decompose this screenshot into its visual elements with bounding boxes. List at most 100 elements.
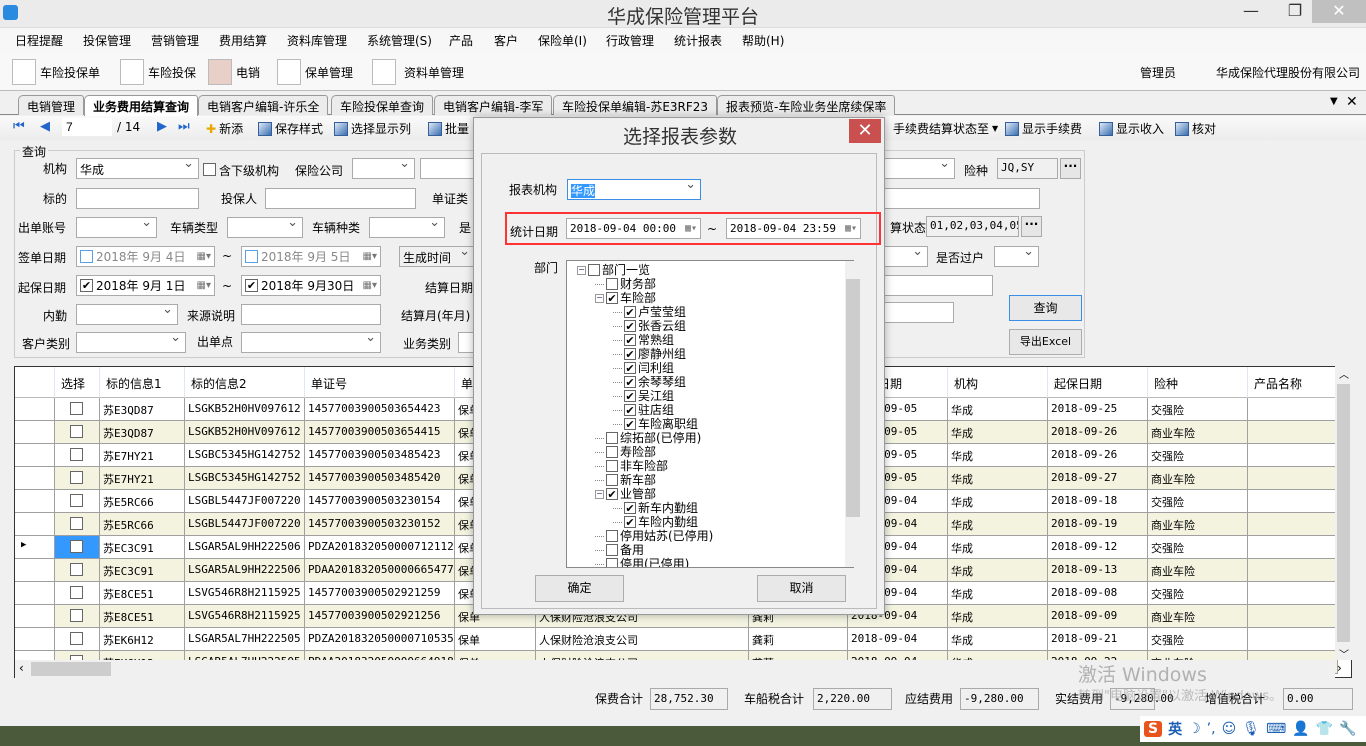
row-select-cell[interactable] <box>55 421 100 444</box>
row-checkbox[interactable] <box>70 448 83 461</box>
keyboard-icon[interactable]: ⌨ <box>1266 721 1286 737</box>
table-row[interactable]: 苏EK6H12 LSGAR5AL7HH222505 PDZA201832050000… <box>15 628 1338 651</box>
start-date-to[interactable]: ✔ 2018年 9月30日 ▦▾ <box>241 275 381 296</box>
menu-system[interactable]: 系统管理(S) <box>367 32 432 49</box>
user-icon[interactable]: 👤 <box>1292 721 1309 737</box>
account-select[interactable] <box>76 217 157 238</box>
row-checkbox[interactable] <box>70 425 83 438</box>
tab-telesales[interactable]: 电销管理 <box>18 95 85 115</box>
row-checkbox[interactable] <box>70 586 83 599</box>
column-header-subject-info-2[interactable]: 标的信息2 <box>185 367 305 398</box>
row-select-cell[interactable] <box>55 398 100 421</box>
tree-node[interactable]: ✔ 余琴琴组 <box>613 375 686 389</box>
tree-node-checkbox[interactable] <box>606 432 618 444</box>
row-indicator[interactable] <box>15 467 55 490</box>
tree-node[interactable]: ✔ 新车内勤组 <box>613 501 698 515</box>
status-to-dropdown[interactable]: 手续费结算状态至 ▼ <box>893 120 998 137</box>
tree-node-checkbox[interactable]: ✔ <box>624 334 636 346</box>
tree-node[interactable]: 新车部 <box>595 473 656 487</box>
tree-scrollbar[interactable] <box>845 261 861 567</box>
calendar-icon[interactable]: ▦▾ <box>685 223 697 234</box>
tab-list-dropdown-icon[interactable]: ▼ <box>1330 96 1338 107</box>
row-select-cell[interactable] <box>55 444 100 467</box>
row-select-cell[interactable] <box>55 467 100 490</box>
tree-node-checkbox[interactable] <box>606 278 618 290</box>
row-checkbox[interactable] <box>70 632 83 645</box>
column-header-org[interactable]: 机构 <box>948 367 1048 398</box>
ok-button[interactable]: 确定 <box>535 575 624 602</box>
microphone-icon[interactable]: 🎙 <box>1242 721 1260 737</box>
tree-node-checkbox[interactable]: ✔ <box>606 292 618 304</box>
row-select-cell[interactable] <box>55 605 100 628</box>
minimize-button[interactable]: — <box>1228 0 1274 23</box>
prev-page-icon[interactable]: ◀ <box>40 119 50 134</box>
show-fee-button[interactable]: 显示手续费 <box>1005 120 1082 137</box>
menu-reports[interactable]: 统计报表 <box>674 32 722 49</box>
tree-node-checkbox[interactable]: ✔ <box>624 306 636 318</box>
shirt-icon[interactable]: 👕 <box>1316 721 1333 737</box>
tree-node[interactable]: − 部门一览 <box>577 263 650 277</box>
tab-fee-settlement-query[interactable]: 业务费用结算查询 <box>84 95 199 116</box>
row-checkbox[interactable] <box>70 517 83 530</box>
source-input[interactable] <box>241 304 381 325</box>
row-indicator[interactable] <box>15 559 55 582</box>
menu-library[interactable]: 资料库管理 <box>287 32 347 49</box>
menu-customer[interactable]: 客户 <box>494 32 518 49</box>
tab-report-preview[interactable]: 报表预览-车险业务坐席续保率 <box>717 95 896 115</box>
tree-node[interactable]: 财务部 <box>595 277 656 291</box>
sign-from-checkbox[interactable] <box>80 250 93 263</box>
batch-button[interactable]: 批量 <box>428 120 469 137</box>
calendar-icon[interactable]: ▦▾ <box>197 280 211 291</box>
time-type-select[interactable]: 生成时间 <box>399 246 475 267</box>
tree-node-checkbox[interactable]: ✔ <box>624 362 636 374</box>
tree-node[interactable]: 寿险部 <box>595 445 656 459</box>
tree-node-checkbox[interactable]: ✔ <box>624 516 636 528</box>
tree-node[interactable]: − ✔ 车险部 <box>595 291 656 305</box>
tree-node[interactable]: ✔ 廖静州组 <box>613 347 686 361</box>
row-select-cell[interactable] <box>55 559 100 582</box>
collapse-toggle-icon[interactable]: − <box>595 293 604 303</box>
vehicle-kind-select[interactable] <box>369 217 445 238</box>
calendar-icon[interactable]: ▦▾ <box>363 280 377 291</box>
report-org-select[interactable]: 华成 <box>567 179 701 200</box>
column-header-product-name[interactable]: 产品名称 <box>1248 367 1338 398</box>
menu-fee-settlement[interactable]: 费用结算 <box>219 32 267 49</box>
column-header-start-date[interactable]: 起保日期 <box>1048 367 1148 398</box>
tree-node-checkbox[interactable]: ✔ <box>624 418 636 430</box>
status-picker-button[interactable]: ··· <box>1021 216 1042 237</box>
search-button[interactable]: 查询 <box>1009 295 1082 321</box>
export-excel-button[interactable]: 导出Excel <box>1009 329 1082 355</box>
row-indicator[interactable] <box>15 444 55 467</box>
applicant-input[interactable] <box>265 188 416 209</box>
tree-node[interactable]: − ✔ 业管部 <box>595 487 656 501</box>
punctuation-icon[interactable]: ’, <box>1207 721 1216 737</box>
row-checkbox[interactable] <box>70 402 83 415</box>
right-select-1[interactable] <box>880 158 955 179</box>
column-header-risk[interactable]: 险种 <box>1148 367 1248 398</box>
tree-node-checkbox[interactable] <box>606 530 618 542</box>
start-to-checkbox[interactable]: ✔ <box>245 279 258 292</box>
quick-doc-mgmt[interactable]: 资料单管理 <box>372 58 464 86</box>
calendar-icon[interactable]: ▦▾ <box>845 223 857 234</box>
last-page-icon[interactable]: ⏭ <box>178 119 190 134</box>
calendar-icon[interactable]: ▦▾ <box>197 251 211 262</box>
tab-customer-edit-li[interactable]: 电销客户编辑-李军 <box>434 95 553 115</box>
row-indicator[interactable] <box>15 490 55 513</box>
tree-node-checkbox[interactable] <box>606 446 618 458</box>
menu-underwriting[interactable]: 投保管理 <box>83 32 131 49</box>
row-select-cell[interactable] <box>55 513 100 536</box>
row-checkbox[interactable] <box>70 540 83 553</box>
cancel-button[interactable]: 取消 <box>757 575 846 602</box>
tab-proposal-edit[interactable]: 车险投保单编辑-苏E3RF23 <box>553 95 718 115</box>
stat-date-from[interactable]: 2018-09-04 00:00 ▦▾ <box>566 218 701 239</box>
tree-node-checkbox[interactable]: ✔ <box>624 404 636 416</box>
insurer-name-input[interactable] <box>420 158 480 179</box>
tree-node[interactable]: 停用(已停用) <box>595 557 689 567</box>
menu-product[interactable]: 产品 <box>449 32 473 49</box>
quick-telesales[interactable]: 电销 <box>208 58 260 86</box>
sign-to-checkbox[interactable] <box>245 250 258 263</box>
row-checkbox[interactable] <box>70 494 83 507</box>
column-header-select[interactable]: 选择 <box>55 367 100 398</box>
page-number-input[interactable] <box>62 118 112 136</box>
menu-schedule[interactable]: 日程提醒 <box>15 32 63 49</box>
